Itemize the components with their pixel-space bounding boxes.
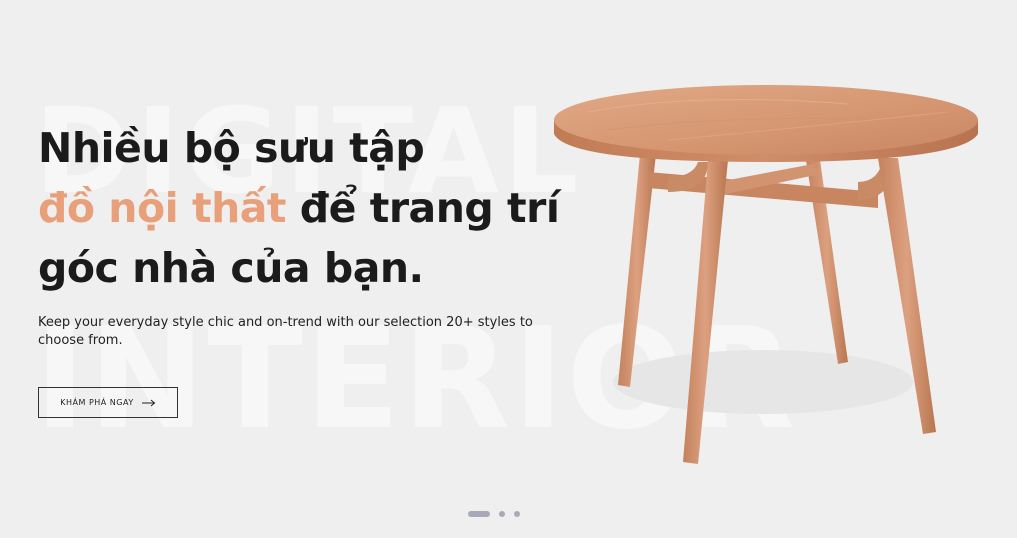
hero-content: Nhiều bộ sưu tập đồ nội thất để trang tr… (38, 118, 578, 350)
explore-now-button[interactable]: KHÁM PHÁ NGAY (38, 387, 178, 418)
slider-dot-3[interactable] (514, 511, 520, 517)
table-shadow (613, 350, 913, 414)
headline-line-1: Nhiều bộ sưu tập (38, 124, 425, 172)
explore-now-label: KHÁM PHÁ NGAY (60, 398, 134, 407)
arrow-right-icon (141, 399, 156, 406)
product-image (548, 82, 988, 472)
table-leg-front-left (683, 160, 728, 464)
hero-subtitle: Keep your everyday style chic and on-tre… (38, 315, 533, 348)
headline-line-2: để trang trí (286, 184, 560, 232)
headline-accent: đồ nội thất (38, 184, 287, 232)
table-leg-back-left (618, 154, 656, 387)
slider-dot-1[interactable] (468, 511, 490, 517)
hero-headline: Nhiều bộ sưu tập đồ nội thất để trang tr… (38, 118, 578, 298)
slider-pagination (468, 511, 520, 517)
slider-dot-2[interactable] (499, 511, 505, 517)
headline-line-3: góc nhà của bạn. (38, 244, 424, 292)
table-top-surface (554, 85, 978, 155)
wooden-table-illustration (554, 85, 978, 464)
hero-banner: DIGITAL INTERIOR Nhiều bộ sưu tập đồ nội… (0, 0, 1017, 538)
